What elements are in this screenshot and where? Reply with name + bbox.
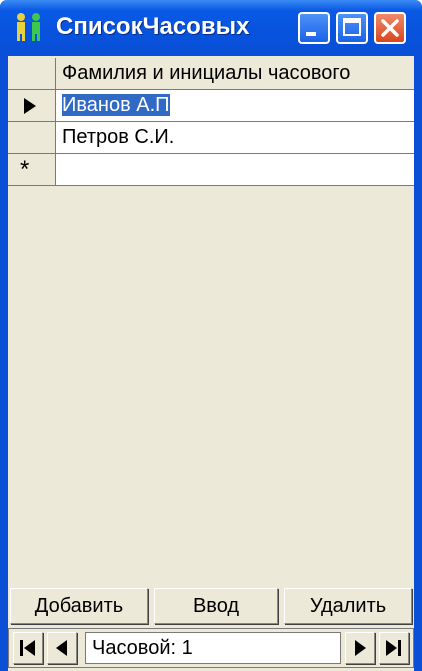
grid-header-row: Фамилия и инициалы часового	[8, 58, 414, 90]
current-row-arrow-icon	[24, 98, 36, 114]
first-record-button[interactable]	[13, 632, 43, 664]
new-record-row[interactable]: *	[8, 154, 414, 186]
button-bar: Добавить Ввод Удалить	[8, 584, 414, 626]
delete-button[interactable]: Удалить	[284, 588, 412, 624]
selected-cell-text[interactable]: Иванов А.П	[62, 94, 170, 116]
table-row[interactable]: Петров С.И.	[8, 122, 414, 154]
close-button[interactable]	[374, 12, 406, 44]
record-navigator: Часовой: 1	[8, 628, 414, 668]
row-selector[interactable]	[8, 90, 56, 122]
row-selector[interactable]: *	[8, 154, 56, 186]
table-cell[interactable]: Петров С.И.	[56, 122, 414, 154]
new-record-asterisk-icon: *	[20, 156, 30, 183]
enter-button[interactable]: Ввод	[154, 588, 278, 624]
record-counter: Часовой: 1	[85, 632, 341, 664]
next-record-button[interactable]	[345, 632, 375, 664]
new-record-cell[interactable]	[56, 154, 414, 186]
window-title: СписокЧасовых	[56, 13, 250, 40]
minimize-icon	[306, 32, 316, 36]
table-row[interactable]: Иванов А.П	[8, 90, 414, 122]
previous-record-button[interactable]	[47, 632, 77, 664]
row-selector[interactable]	[8, 122, 56, 154]
close-icon	[381, 19, 399, 37]
add-button[interactable]: Добавить	[10, 588, 148, 624]
title-bar[interactable]: СписокЧасовых	[0, 0, 422, 56]
maximize-icon	[343, 18, 361, 36]
table-cell[interactable]: Иванов А.П	[56, 90, 414, 122]
window: СписокЧасовых Фамилия и инициалы часовог…	[0, 0, 422, 671]
header-corner	[8, 58, 56, 90]
last-record-button[interactable]	[379, 632, 409, 664]
minimize-button[interactable]	[298, 12, 330, 44]
people-icon	[17, 13, 40, 41]
column-header[interactable]: Фамилия и инициалы часового	[56, 58, 414, 90]
maximize-button[interactable]	[336, 12, 368, 44]
client-area: Фамилия и инициалы часового Иванов А.П П…	[8, 56, 414, 671]
